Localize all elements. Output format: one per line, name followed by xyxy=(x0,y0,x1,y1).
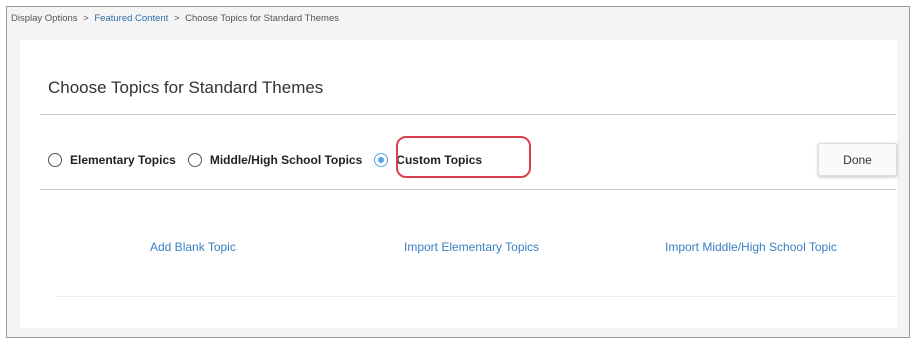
radio-elementary-topics[interactable]: Elementary Topics xyxy=(48,153,176,167)
app-frame: Display Options > Featured Content > Cho… xyxy=(6,6,910,338)
highlight-annotation xyxy=(396,136,531,178)
radio-unchecked-icon[interactable] xyxy=(48,153,62,167)
breadcrumb-separator: > xyxy=(173,13,180,24)
radio-label[interactable]: Elementary Topics xyxy=(70,153,176,167)
footer-divider xyxy=(56,296,896,297)
add-blank-topic-link[interactable]: Add Blank Topic xyxy=(150,240,236,254)
import-elementary-topics-link[interactable]: Import Elementary Topics xyxy=(404,240,539,254)
title-divider xyxy=(40,114,896,115)
radio-unchecked-icon[interactable] xyxy=(187,153,202,167)
page-title: Choose Topics for Standard Themes xyxy=(48,78,324,97)
done-button[interactable]: Done xyxy=(818,143,897,176)
breadcrumb-display-options: Display Options xyxy=(11,13,78,24)
radio-checked-icon[interactable] xyxy=(374,153,389,167)
content-panel: Choose Topics for Standard Themes Elemen… xyxy=(20,40,897,328)
breadcrumb-separator: > xyxy=(83,13,89,24)
radio-middle-high-school-topics[interactable]: Middle/High School Topics xyxy=(187,153,362,167)
options-divider xyxy=(40,189,896,190)
import-middle-high-school-topic-link[interactable]: Import Middle/High School Topic xyxy=(665,240,837,254)
breadcrumb: Display Options > Featured Content > Cho… xyxy=(11,13,339,24)
breadcrumb-featured-content-link[interactable]: Featured Content xyxy=(94,13,168,24)
radio-label[interactable]: Middle/High School Topics xyxy=(210,153,362,167)
breadcrumb-current-page: Choose Topics for Standard Themes xyxy=(185,13,340,24)
